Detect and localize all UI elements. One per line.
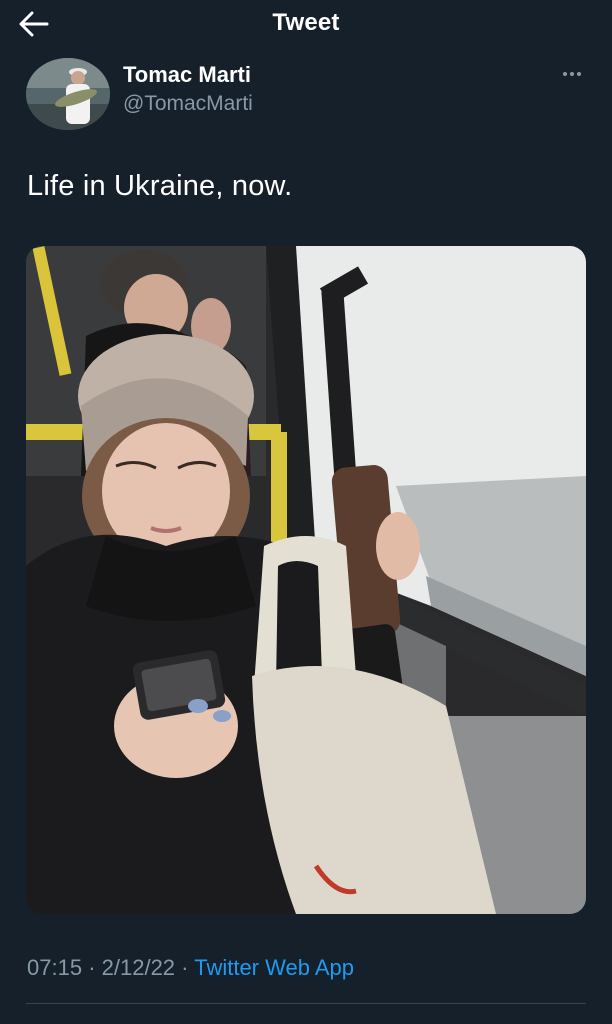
divider: [26, 1003, 586, 1004]
page-title: Tweet: [272, 9, 340, 36]
tweet-date: 2/12/22: [101, 955, 176, 980]
tweet-author: Tomac Marti @TomacMarti: [26, 58, 586, 134]
tweet-photo[interactable]: [26, 246, 586, 914]
tweet-meta: 07:15 · 2/12/22 · Twitter Web App: [27, 955, 354, 981]
author-handle[interactable]: @TomacMarti: [123, 92, 253, 116]
avatar[interactable]: [26, 58, 110, 130]
top-bar: Tweet: [0, 0, 612, 48]
avatar-image: [26, 58, 110, 130]
photo-illustration: [26, 246, 586, 914]
tweet-source-link[interactable]: Twitter Web App: [194, 955, 354, 980]
meta-separator: ·: [181, 955, 189, 980]
meta-separator: ·: [88, 955, 96, 980]
more-horizontal-icon: [563, 72, 567, 76]
tweet-time: 07:15: [27, 955, 83, 980]
tweet-text: Life in Ukraine, now.: [27, 170, 293, 202]
more-options-button[interactable]: [558, 64, 586, 84]
author-display-name[interactable]: Tomac Marti: [123, 62, 251, 88]
